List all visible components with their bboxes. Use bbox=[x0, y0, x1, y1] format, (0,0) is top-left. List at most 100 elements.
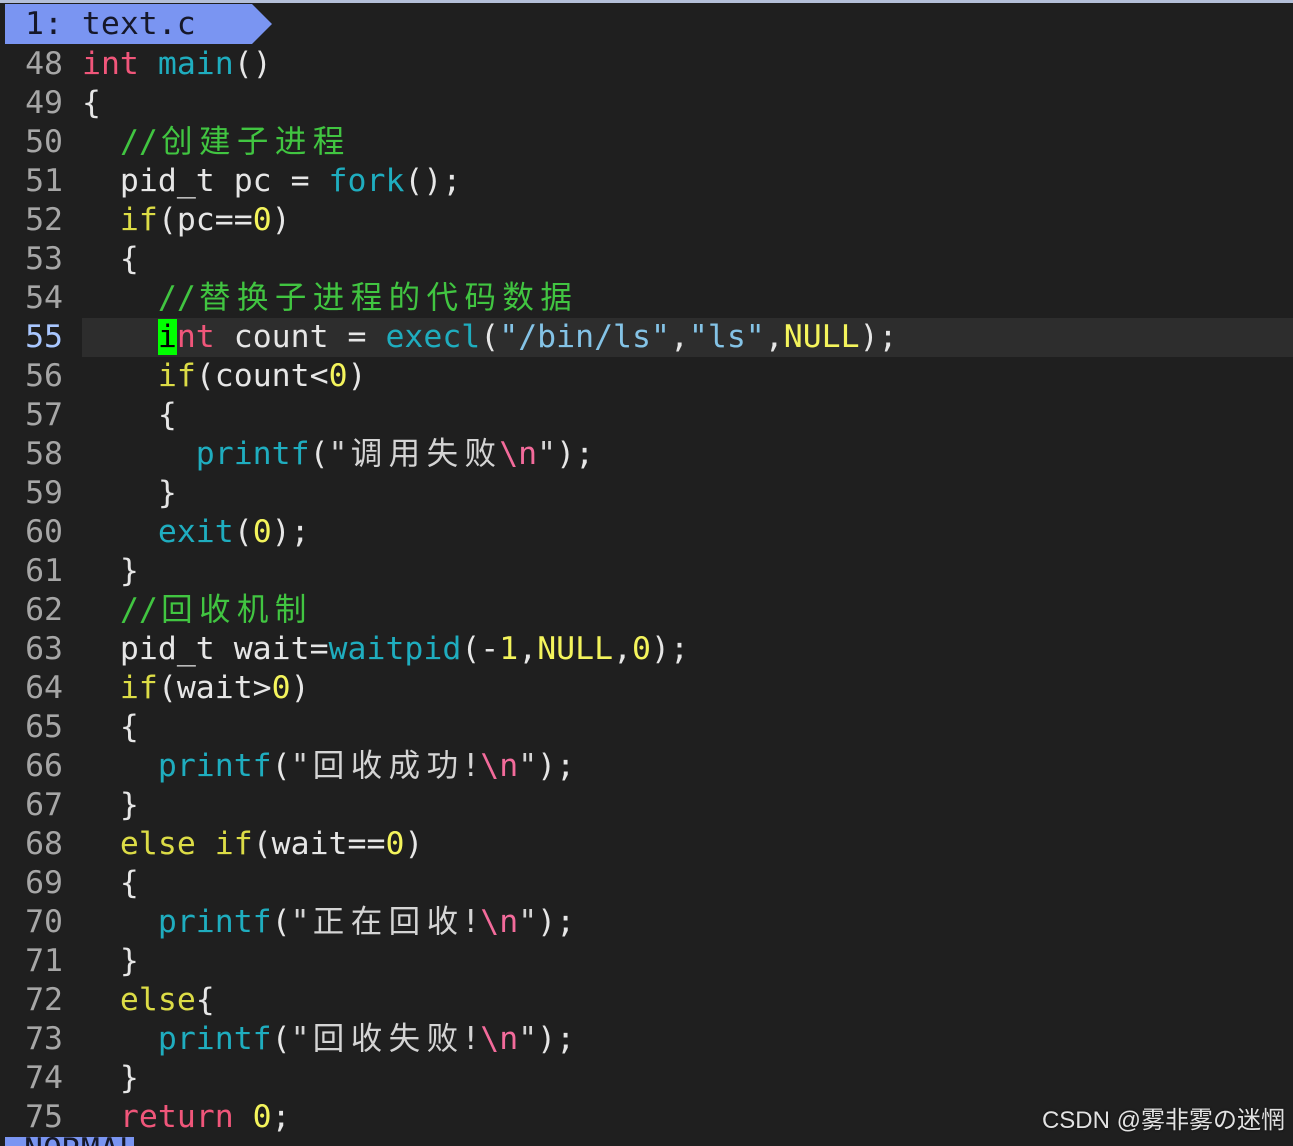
code-line[interactable]: 60 exit(0); bbox=[0, 513, 1293, 552]
code-text[interactable]: { bbox=[82, 84, 1293, 123]
code-token: //替换子进程的代码数据 bbox=[157, 280, 572, 316]
code-text[interactable]: int main() bbox=[82, 45, 1293, 84]
code-text[interactable]: if(wait>0) bbox=[82, 669, 1293, 708]
code-line[interactable]: 72 else{ bbox=[0, 981, 1293, 1020]
code-token: ) bbox=[347, 358, 367, 394]
code-line[interactable]: 69 { bbox=[0, 864, 1293, 903]
mode-indicator: NORMAL bbox=[5, 1137, 134, 1146]
code-token: (- bbox=[461, 631, 500, 667]
line-number: 54 bbox=[25, 280, 63, 316]
code-text[interactable]: { bbox=[82, 240, 1293, 279]
code-line[interactable]: 54 //替换子进程的代码数据 bbox=[0, 279, 1293, 318]
line-number: 72 bbox=[25, 982, 63, 1018]
code-text[interactable]: } bbox=[82, 786, 1293, 825]
code-text[interactable]: } bbox=[82, 1059, 1293, 1098]
line-number: 70 bbox=[25, 904, 63, 940]
code-text[interactable]: else if(wait==0) bbox=[82, 825, 1293, 864]
watermark: CSDN @雾非雾の迷惘 bbox=[1041, 1107, 1285, 1134]
line-number: 67 bbox=[25, 787, 63, 823]
code-line[interactable]: 52 if(pc==0) bbox=[0, 201, 1293, 240]
code-text[interactable]: pid_t pc = fork(); bbox=[82, 162, 1293, 201]
code-line[interactable]: 64 if(wait>0) bbox=[0, 669, 1293, 708]
code-token: "/bin/ls" bbox=[499, 319, 670, 355]
code-token: NULL bbox=[537, 631, 614, 667]
code-text[interactable]: { bbox=[82, 396, 1293, 435]
line-number: 51 bbox=[25, 163, 63, 199]
code-token: ); bbox=[537, 748, 576, 784]
code-text[interactable]: //创建子进程 bbox=[82, 123, 1293, 162]
code-line[interactable]: 67 } bbox=[0, 786, 1293, 825]
buffer-tab[interactable]: 1: text.c bbox=[5, 4, 272, 44]
code-line[interactable]: 59 } bbox=[0, 474, 1293, 513]
code-token: () bbox=[233, 46, 272, 82]
code-text[interactable]: printf(" 正在回收 !\n"); bbox=[82, 903, 1293, 942]
code-token: " 回收失败! bbox=[290, 1021, 481, 1057]
code-line[interactable]: 56 if(count<0) bbox=[0, 357, 1293, 396]
code-token: , bbox=[669, 319, 689, 355]
line-number: 74 bbox=[25, 1060, 63, 1096]
code-token: 0 bbox=[252, 514, 272, 550]
code-line[interactable]: 49 { bbox=[0, 84, 1293, 123]
line-number: 60 bbox=[25, 514, 63, 550]
code-line[interactable]: 48 int main() bbox=[0, 45, 1293, 84]
line-number: 68 bbox=[25, 826, 63, 862]
code-line[interactable]: 51 pid_t pc = fork(); bbox=[0, 162, 1293, 201]
code-token: (wait> bbox=[157, 670, 272, 706]
code-line[interactable]: 74 } bbox=[0, 1059, 1293, 1098]
code-text[interactable]: { bbox=[82, 708, 1293, 747]
code-token: } bbox=[82, 475, 177, 511]
code-token: if bbox=[82, 358, 196, 394]
line-number: 65 bbox=[25, 709, 63, 745]
code-token: { bbox=[82, 241, 139, 277]
code-token: NULL bbox=[783, 319, 860, 355]
code-text[interactable]: } bbox=[82, 942, 1293, 981]
code-text[interactable]: pid_t wait=waitpid(-1,NULL,0); bbox=[82, 630, 1293, 669]
code-text[interactable]: exit(0); bbox=[82, 513, 1293, 552]
code-text[interactable]: printf(" 回收成功 !\n"); bbox=[82, 747, 1293, 786]
code-text[interactable]: printf(" 回收失败 !\n"); bbox=[82, 1020, 1293, 1059]
code-editor[interactable]: 48 int main() 49{50 //创建子进程 51 pid_t pc = f… bbox=[0, 45, 1293, 1137]
code-token: return bbox=[82, 1099, 234, 1135]
code-line[interactable]: 61 } bbox=[0, 552, 1293, 591]
code-line[interactable]: 70 printf(" 正在回收 !\n"); bbox=[0, 903, 1293, 942]
code-line[interactable]: 71 } bbox=[0, 942, 1293, 981]
code-text[interactable]: if(pc==0) bbox=[82, 201, 1293, 240]
code-line[interactable]: 50 //创建子进程 bbox=[0, 123, 1293, 162]
code-line-current[interactable]: 55 int count = execl("/bin/ls","ls",NULL… bbox=[0, 318, 1293, 357]
code-text[interactable]: //回收机制 bbox=[82, 591, 1293, 630]
line-number: 55 bbox=[25, 319, 63, 355]
code-line[interactable]: 68 else if(wait==0) bbox=[0, 825, 1293, 864]
line-number: 48 bbox=[25, 46, 63, 82]
code-text[interactable]: int count = execl("/bin/ls","ls",NULL); bbox=[82, 318, 1293, 357]
code-token: " 正在回收! bbox=[290, 904, 481, 940]
code-token: ( bbox=[271, 748, 291, 784]
code-text[interactable]: { bbox=[82, 864, 1293, 903]
code-token: \n bbox=[480, 748, 519, 784]
code-line[interactable]: 53 { bbox=[0, 240, 1293, 279]
code-line[interactable]: 57 { bbox=[0, 396, 1293, 435]
code-line[interactable]: 73 printf(" 回收失败 !\n"); bbox=[0, 1020, 1293, 1059]
code-text[interactable]: if(count<0) bbox=[82, 357, 1293, 396]
code-token: 0 bbox=[271, 670, 291, 706]
code-token: ) bbox=[271, 202, 291, 238]
line-number: 75 bbox=[25, 1099, 63, 1135]
code-line[interactable]: 62 //回收机制 bbox=[0, 591, 1293, 630]
code-line[interactable]: 63 pid_t wait=waitpid(-1,NULL,0); bbox=[0, 630, 1293, 669]
code-token: //创建子进程 bbox=[119, 124, 345, 160]
code-token: else bbox=[82, 982, 196, 1018]
window-top-border bbox=[0, 0, 1293, 3]
code-token: "ls" bbox=[688, 319, 765, 355]
code-token: (wait== bbox=[252, 826, 386, 862]
code-text[interactable]: else{ bbox=[82, 981, 1293, 1020]
code-text[interactable]: } bbox=[82, 552, 1293, 591]
code-text[interactable]: //替换子进程的代码数据 bbox=[82, 279, 1293, 318]
line-number: 66 bbox=[25, 748, 63, 784]
code-token: ); bbox=[859, 319, 898, 355]
code-text[interactable]: } bbox=[82, 474, 1293, 513]
code-line[interactable]: 66 printf(" 回收成功 !\n"); bbox=[0, 747, 1293, 786]
code-text[interactable]: printf(" 调用失败 \n"); bbox=[82, 435, 1293, 474]
code-line[interactable]: 65 { bbox=[0, 708, 1293, 747]
code-token: , bbox=[613, 631, 633, 667]
code-line[interactable]: 58 printf(" 调用失败 \n"); bbox=[0, 435, 1293, 474]
